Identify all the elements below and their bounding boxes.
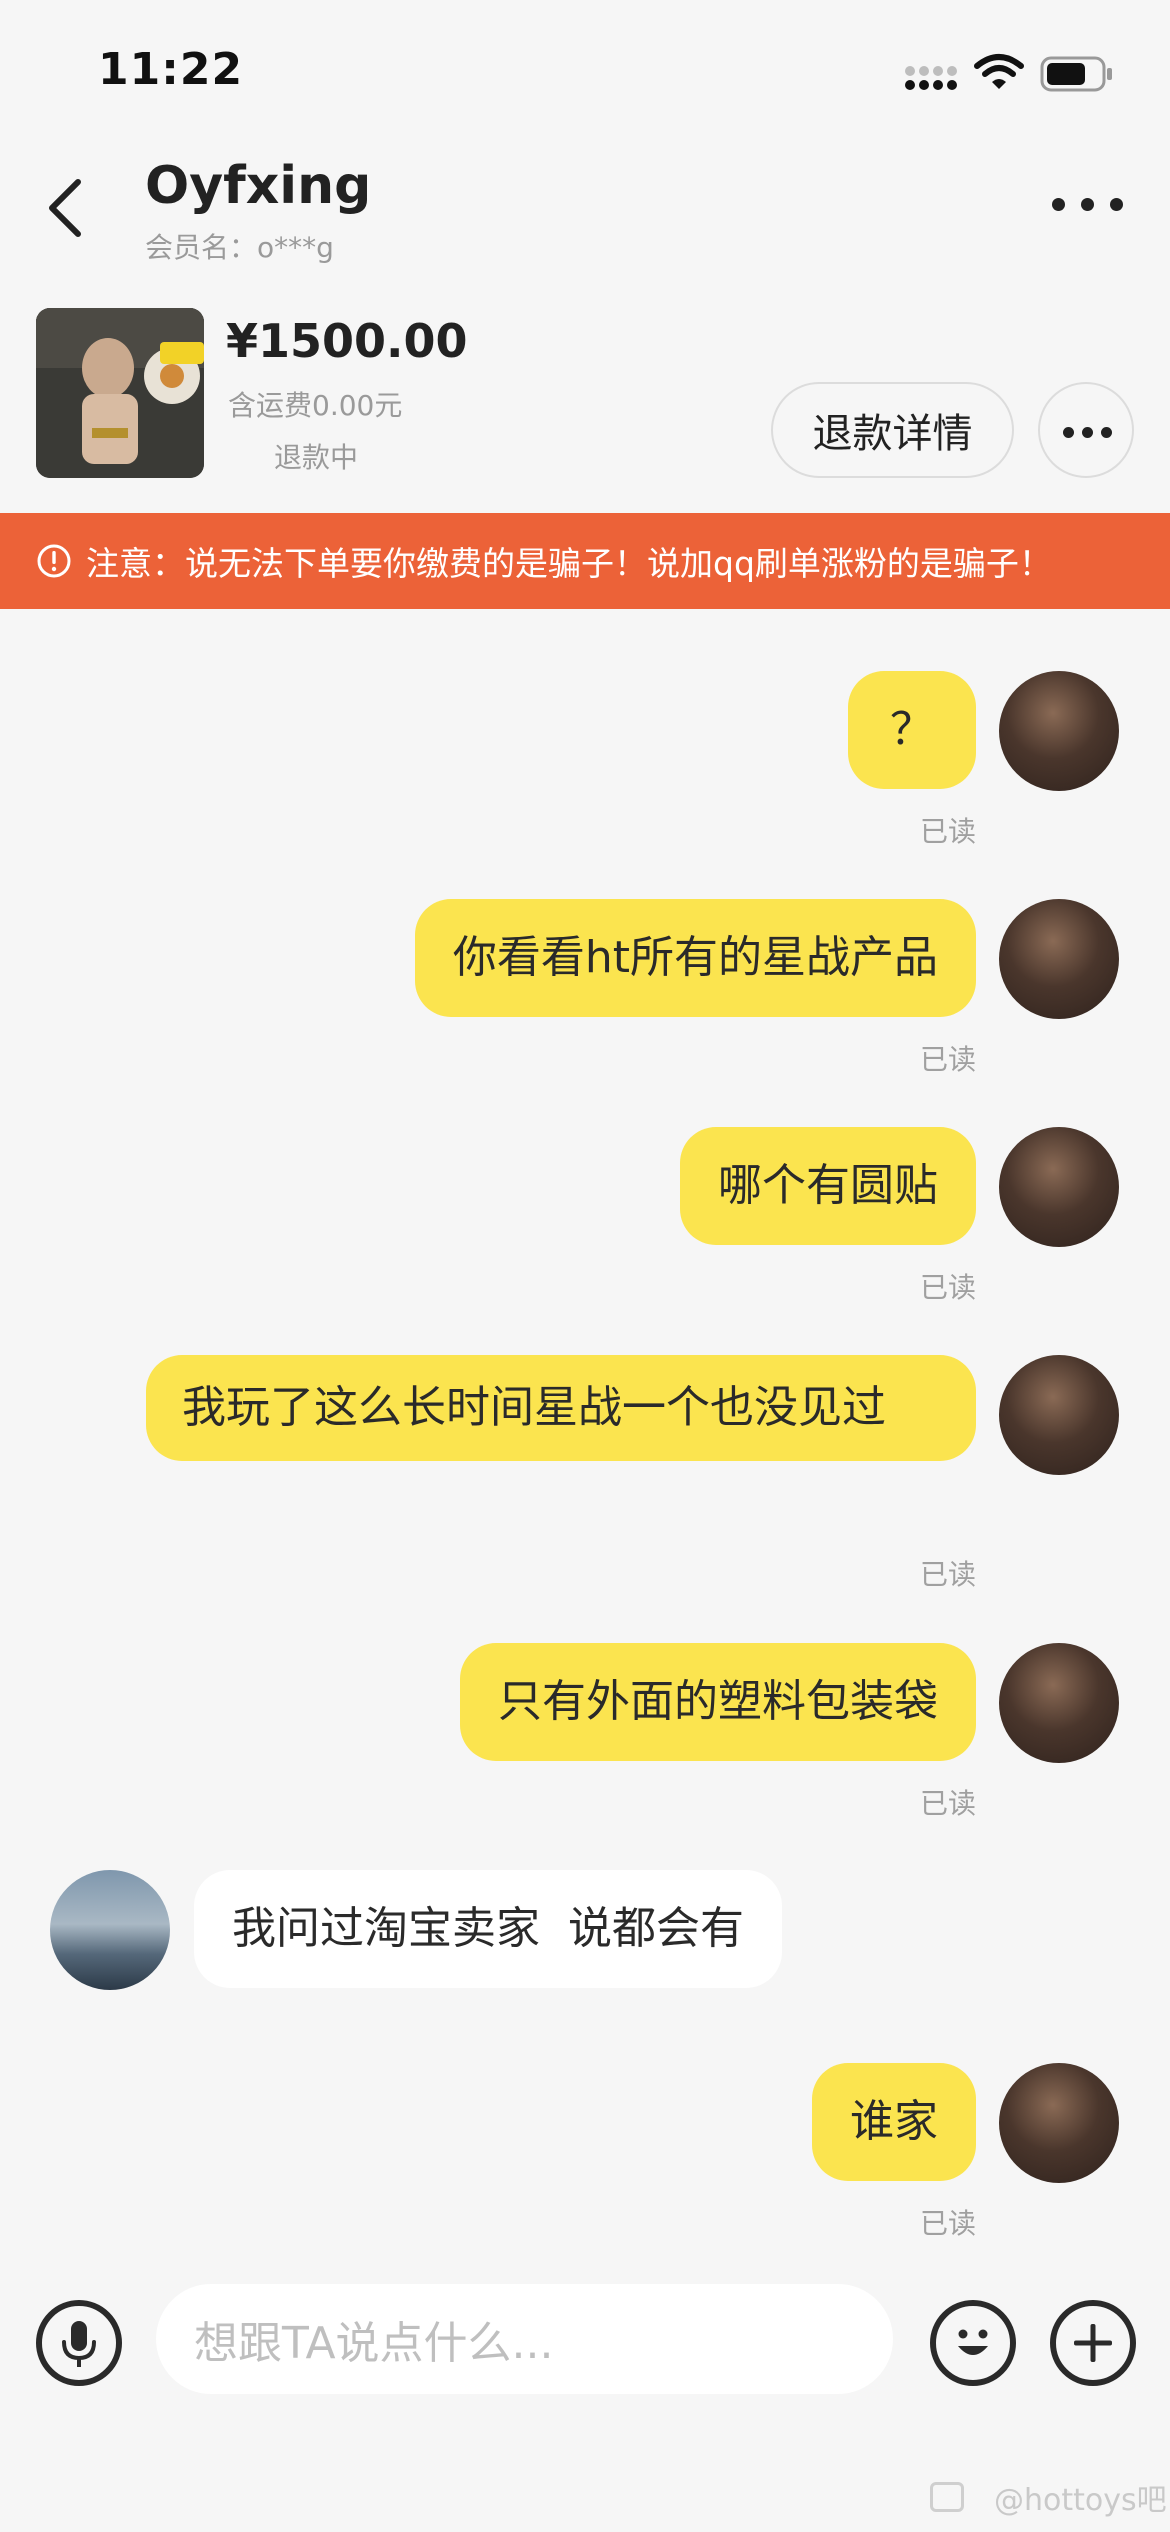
wifi-icon: [974, 54, 1024, 89]
warning-text: 注意：说无法下单要你缴费的是骗子！说加qq刷单涨粉的是骗子！: [86, 544, 1052, 583]
product-thumbnail[interactable]: [36, 308, 204, 478]
contact-message-bubble[interactable]: 我问过淘宝卖家 说都会有: [194, 1870, 782, 1988]
my-message-bubble[interactable]: 只有外面的塑料包装袋: [460, 1643, 976, 1761]
chat-header: Oyfxing 会员名：o***g: [0, 140, 1170, 300]
my-message-bubble[interactable]: 哪个有圆贴: [680, 1127, 976, 1245]
my-message-bubble[interactable]: 你看看ht所有的星战产品: [414, 899, 976, 1017]
battery-icon: [1040, 56, 1112, 92]
my-avatar[interactable]: [999, 2063, 1119, 2183]
read-receipt: 已读: [919, 2207, 976, 2240]
more-icon[interactable]: [1052, 198, 1124, 222]
product-price: ¥1500.00: [226, 314, 468, 368]
my-avatar[interactable]: [999, 1643, 1119, 1763]
watermark-icon: [930, 2482, 964, 2512]
read-receipt: 已读: [919, 1271, 976, 1304]
cellular-signal-icon: [905, 66, 957, 96]
my-avatar[interactable]: [999, 1127, 1119, 1247]
watermark: @hottoys吧: [930, 2475, 1167, 2519]
plus-icon: [1074, 2324, 1112, 2362]
read-receipt: 已读: [919, 1043, 976, 1076]
add-attachment-button[interactable]: [1050, 2300, 1136, 2386]
product-shipping: 含运费0.00元: [228, 389, 403, 422]
message-input-bar: 想跟TA说点什么...: [0, 2280, 1170, 2400]
my-message-bubble[interactable]: ？: [848, 671, 976, 789]
product-more-button[interactable]: [1038, 382, 1134, 478]
contact-name: Oyfxing: [145, 156, 372, 216]
voice-input-button[interactable]: [36, 2300, 122, 2386]
contact-avatar[interactable]: [50, 1870, 170, 1990]
order-product-card[interactable]: ¥1500.00 含运费0.00元 退款中 退款详情: [0, 302, 1170, 512]
refund-details-button[interactable]: 退款详情: [771, 382, 1014, 478]
member-name: 会员名：o***g: [145, 231, 334, 264]
my-message-bubble[interactable]: 谁家: [812, 2063, 976, 2181]
back-icon[interactable]: [38, 176, 94, 240]
message-input[interactable]: 想跟TA说点什么...: [156, 2284, 893, 2394]
watermark-text: @hottoys吧: [994, 2483, 1167, 2518]
status-bar: 11:22: [0, 0, 1170, 140]
my-message-bubble[interactable]: 我玩了这么长时间星战一个也没见过: [146, 1355, 976, 1461]
my-avatar[interactable]: [999, 1355, 1119, 1475]
chat-screen: 11:22 Oyfxing 会员名：o***g ¥1500.00 含运费0.00…: [0, 0, 1170, 2532]
refund-status: 退款中: [274, 441, 359, 474]
my-avatar[interactable]: [999, 671, 1119, 791]
scam-warning-banner: 注意：说无法下单要你缴费的是骗子！说加qq刷单涨粉的是骗子！: [0, 513, 1170, 609]
read-receipt: 已读: [919, 815, 976, 848]
microphone-icon: [62, 2321, 96, 2367]
read-receipt: 已读: [919, 1558, 976, 1591]
status-time: 11:22: [98, 44, 244, 95]
emoji-button[interactable]: [930, 2300, 1016, 2386]
read-receipt: 已读: [919, 1787, 976, 1820]
my-avatar[interactable]: [999, 899, 1119, 1019]
warning-icon: [37, 544, 71, 578]
emoji-icon: [958, 2329, 988, 2355]
